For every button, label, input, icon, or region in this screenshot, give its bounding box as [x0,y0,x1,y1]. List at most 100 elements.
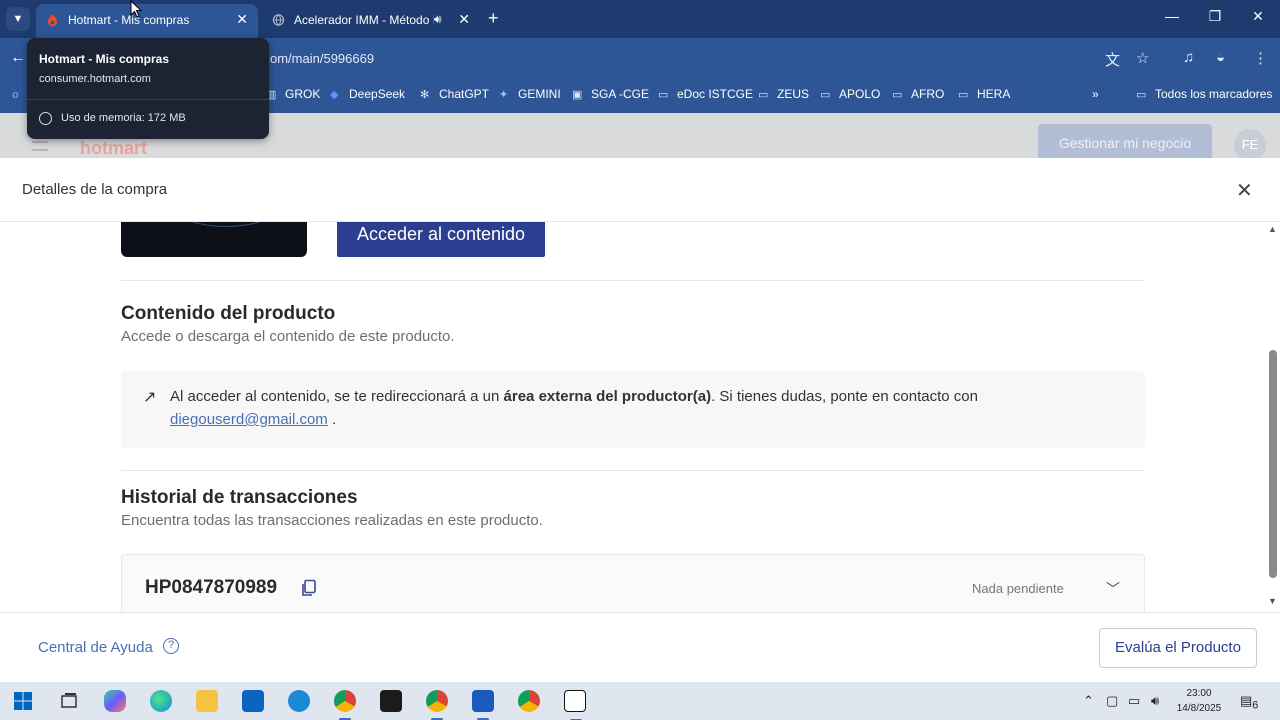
sga-icon: ▣ [572,89,583,101]
extension-icon[interactable]: ◒ [1216,49,1225,66]
modal-header: Detalles de la compra ✕ [0,158,1280,222]
notice-contact: diegouserd@gmail.com . [170,411,337,428]
url-field[interactable]: om/main/5996669 [270,51,374,66]
bookmark-deepseek[interactable]: ◆ DeepSeek [330,87,405,101]
mouse-cursor-icon [130,0,142,18]
speaker-icon[interactable]: 🔊︎ [434,12,442,27]
close-icon[interactable]: ✕ [1236,178,1253,203]
tab-hover-card: Hotmart - Mis compras consumer.hotmart.c… [27,38,269,139]
folder-icon: ▭ [758,89,769,101]
bookmark-sga[interactable]: ▣ SGA -CGE [572,87,649,101]
word-icon[interactable] [472,690,494,720]
avatar[interactable]: FE [1234,129,1266,161]
content-section-title: Contenido del producto [121,303,336,324]
all-bookmarks[interactable]: ▭ Todos los marcadores [1136,87,1272,101]
network-icon[interactable]: ▭ [1128,693,1140,709]
gemini-icon: ✦ [499,89,509,101]
scroll-up-arrow-icon[interactable]: ▲ [1268,224,1277,234]
external-area-notice: ↗ Al acceder al contenido, se te redirec… [121,371,1145,448]
chevron-down-icon: ▼ [12,13,24,25]
new-tab-plus-icon[interactable]: + [488,8,499,28]
back-arrow-icon[interactable]: ← [10,49,26,67]
restore-icon[interactable]: ❐ [1200,8,1230,25]
divider [121,280,1145,281]
minimize-icon[interactable]: — [1157,8,1187,24]
sync-app-icon[interactable] [288,690,310,712]
chrome-profile-icon[interactable] [518,690,540,712]
transaction-id: HP0847870989 [145,577,278,598]
bookmark-edoc[interactable]: ▭ eDoc ISTCGE [658,87,753,101]
ndi-icon[interactable] [564,690,586,720]
close-tab-icon[interactable]: ✕ [236,11,248,28]
folder-icon: ▭ [958,89,969,101]
file-explorer-icon[interactable] [196,690,218,712]
external-arrow-icon: ↗ [143,389,157,406]
close-tab-icon[interactable]: ✕ [458,11,470,28]
modal-scrollbar[interactable]: ▲ ▼ [1266,222,1280,612]
memory-gauge-icon [39,112,52,125]
folder-icon: ▭ [820,89,831,101]
bookmark-chatgpt[interactable]: ✻ ChatGPT [420,87,489,101]
star-bookmark-icon[interactable]: ☆ [1136,49,1149,67]
deepseek-icon: ◆ [330,89,339,101]
hover-card-domain: consumer.hotmart.com [39,73,151,85]
more-bookmarks-icon[interactable]: » [1092,87,1099,101]
folder-icon: ▭ [658,89,669,101]
modal-title: Detalles de la compra [22,181,168,198]
chrome-profile-icon[interactable] [426,690,448,720]
rate-product-button[interactable]: Evalúa el Producto [1099,628,1257,668]
purchase-details-modal: Detalles de la compra ✕ Acceder al conte… [0,158,1280,682]
tab-title: Hotmart - Mis compras [68,13,190,27]
bookmark-apolo[interactable]: ▭ APOLO [820,87,880,101]
hotmart-favicon-icon [48,14,57,27]
bookmark-afro[interactable]: ▭ AFRO [892,87,944,101]
task-view-icon[interactable] [58,690,80,712]
history-section-subtitle: Encuentra todas las transacciones realiz… [121,512,543,529]
scrollbar-thumb[interactable] [1269,350,1277,578]
edge-icon[interactable] [150,690,172,712]
folder-icon: ▭ [1136,89,1147,101]
tab-hotmart[interactable]: Hotmart - Mis compras ✕ [36,4,258,38]
volume-icon[interactable]: 🔊︎ [1151,693,1159,709]
tab-strip: ▼ Hotmart - Mis compras ✕ Acelerador IMM… [0,0,1280,38]
manage-business-button[interactable]: Gestionar mi negocio [1038,124,1212,162]
scroll-down-arrow-icon[interactable]: ▼ [1268,596,1277,606]
bookmark-gemini[interactable]: ✦ GEMINI [499,87,561,101]
system-clock[interactable]: 23:00 14/8/2025 [1176,686,1222,716]
copy-icon[interactable] [300,579,318,597]
question-icon[interactable]: ? [163,638,179,654]
device-icon[interactable]: ▢ [1106,693,1118,709]
hamburger-menu-icon[interactable] [32,141,48,151]
windows-taskbar: ⌃ ▢ ▭ 🔊︎ 23:00 14/8/2025 ▤6 [0,682,1280,720]
bookmark-hera[interactable]: ▭ HERA [958,87,1010,101]
kebab-menu-icon[interactable]: ⋮ [1253,49,1268,67]
chrome-icon[interactable] [334,690,356,720]
copilot-icon[interactable] [104,690,126,712]
media-control-icon[interactable]: ♫ [1183,49,1194,66]
product-thumbnail [121,222,307,257]
access-content-button[interactable]: Acceder al contenido [337,222,545,257]
divider [27,99,269,100]
notice-text: Al acceder al contenido, se te redirecci… [170,388,978,405]
close-window-icon[interactable]: ✕ [1243,8,1273,25]
hidden-icons-chevron-icon[interactable]: ⌃ [1083,693,1094,709]
windows-start-icon[interactable] [12,690,34,712]
modal-content: Acceder al contenido Contenido del produ… [0,222,1266,612]
bookmark-grok[interactable]: ▥ GROK [266,87,320,101]
sticky-notes-icon[interactable] [380,690,402,712]
translate-icon[interactable]: 文 [1105,49,1120,70]
modal-footer: Central de Ayuda ? Evalúa el Producto [0,612,1280,682]
chevron-down-icon[interactable]: ﹀ [1106,579,1120,599]
tab-acelerador[interactable]: Acelerador IMM - Método I 🔊︎ ✕ [262,4,480,38]
globe-icon [272,14,285,26]
notifications-icon[interactable]: ▤6 [1240,693,1258,712]
producer-email-link[interactable]: diegouserd@gmail.com [170,411,328,428]
divider [121,470,1145,471]
transaction-row[interactable]: HP0847870989 Nada pendiente ﹀ [121,554,1145,612]
bookmark-zeus[interactable]: ▭ ZEUS [758,87,809,101]
outlook-icon[interactable] [242,690,264,712]
tab-search-button[interactable]: ▼ [6,7,30,31]
help-center-link[interactable]: Central de Ayuda [38,639,153,656]
hover-card-title: Hotmart - Mis compras [39,52,170,66]
hotmart-logo[interactable]: hotmart [80,138,147,159]
